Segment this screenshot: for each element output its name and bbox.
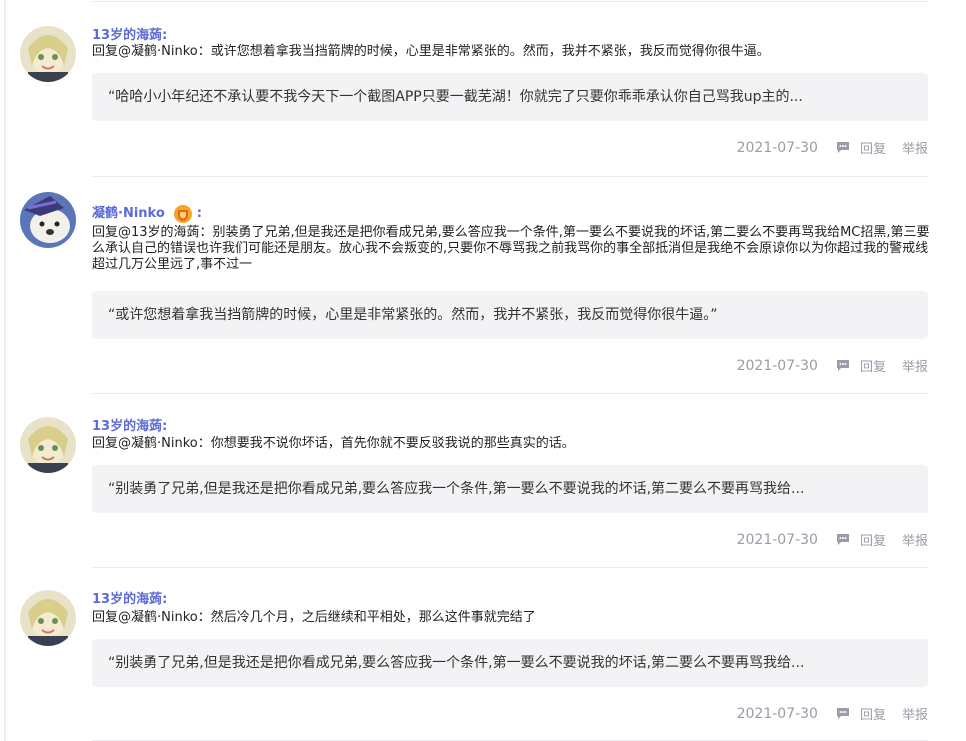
- reply-button[interactable]: 回复: [836, 356, 886, 375]
- comment-author[interactable]: 13岁的海蒟:: [92, 592, 167, 608]
- comment-author[interactable]: 凝鹤·Ninko :: [92, 204, 202, 224]
- comment-meta: 2021-07-30 回复 举报: [736, 704, 928, 724]
- avatar[interactable]: [20, 192, 76, 248]
- reply-label[interactable]: 回复: [860, 704, 886, 723]
- comment-meta: 2021-07-30 回复 举报: [736, 356, 928, 376]
- comment-text: 回复@凝鹤·Ninko：然后冷几个月，之后继续和平相处，那么这件事就完结了: [92, 610, 536, 625]
- comment-author[interactable]: 13岁的海蒟:: [92, 28, 167, 44]
- avatar[interactable]: [20, 417, 76, 473]
- left-border: [4, 0, 6, 741]
- avatar[interactable]: [20, 590, 76, 646]
- author-name[interactable]: 13岁的海蒟:: [92, 28, 167, 44]
- divider: [92, 567, 928, 568]
- author-name[interactable]: 13岁的海蒟:: [92, 419, 167, 435]
- reply-button[interactable]: 回复: [836, 138, 886, 157]
- reply-button[interactable]: 回复: [836, 704, 886, 723]
- report-button[interactable]: 举报: [902, 356, 928, 375]
- reply-label[interactable]: 回复: [860, 138, 886, 157]
- divider: [92, 1, 928, 2]
- chat-bubble-icon: [836, 708, 849, 719]
- comment-text: 回复@凝鹤·Ninko：或许您想着拿我当挡箭牌的时候，心里是非常紧张的。然而，我…: [92, 44, 770, 59]
- comment-meta: 2021-07-30 回复 举报: [736, 138, 928, 158]
- chat-bubble-icon: [836, 360, 849, 371]
- chat-bubble-icon: [836, 142, 849, 153]
- reply-label[interactable]: 回复: [860, 356, 886, 375]
- quoted-comment: “别装勇了兄弟,但是我还是把你看成兄弟,要么答应我一个条件,第一要么不要说我的坏…: [92, 465, 928, 513]
- divider: [92, 176, 928, 177]
- comment-author[interactable]: 13岁的海蒟:: [92, 419, 167, 435]
- comment-meta: 2021-07-30 回复 举报: [736, 530, 928, 550]
- comment-date: 2021-07-30: [736, 705, 818, 722]
- report-button[interactable]: 举报: [902, 138, 928, 157]
- comment-date: 2021-07-30: [736, 357, 818, 374]
- comment-date: 2021-07-30: [736, 139, 818, 156]
- avatar[interactable]: [20, 26, 76, 82]
- divider: [92, 393, 928, 394]
- report-button[interactable]: 举报: [902, 704, 928, 723]
- comment-date: 2021-07-30: [736, 531, 818, 548]
- quoted-comment: “哈哈小小年纪还不承认要不我今天下一个截图APP只要一截芜湖！你就完了只要你乖乖…: [92, 73, 928, 121]
- level-badge-icon: [173, 204, 193, 224]
- author-suffix: :: [196, 206, 202, 221]
- quoted-comment: “别装勇了兄弟,但是我还是把你看成兄弟,要么答应我一个条件,第一要么不要说我的坏…: [92, 639, 928, 687]
- comment-text: 回复@13岁的海蒟：别装勇了兄弟,但是我还是把你看成兄弟,要么答应我一个条件,第…: [92, 225, 930, 272]
- author-name[interactable]: 13岁的海蒟:: [92, 592, 167, 608]
- report-button[interactable]: 举报: [902, 530, 928, 549]
- quoted-comment: “或许您想着拿我当挡箭牌的时候，心里是非常紧张的。然而，我并不紧张，我反而觉得你…: [92, 291, 928, 339]
- reply-button[interactable]: 回复: [836, 530, 886, 549]
- author-name[interactable]: 凝鹤·Ninko: [92, 206, 165, 222]
- comment-text: 回复@凝鹤·Ninko：你想要我不说你坏话，首先你就不要反驳我说的那些真实的话。: [92, 436, 575, 451]
- chat-bubble-icon: [836, 534, 849, 545]
- reply-label[interactable]: 回复: [860, 530, 886, 549]
